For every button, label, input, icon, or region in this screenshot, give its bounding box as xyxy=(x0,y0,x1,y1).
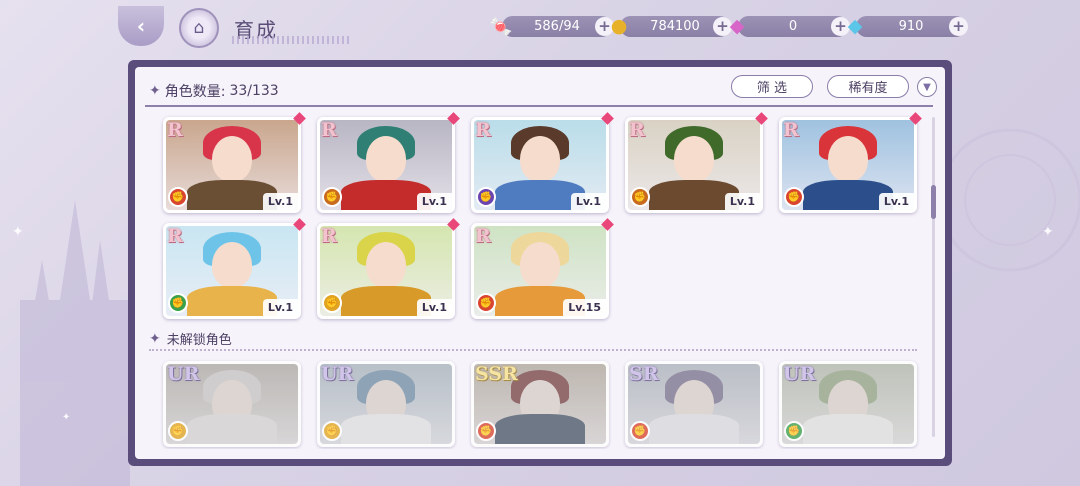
character-list[interactable]: R ✊ Lv.1 R ✊ Lv.1 R ✊ Lv.1 R ✊ Lv.1 R ✊ Lv.1 R ✊ Lv.1 R ✊ Lv… xyxy=(135,109,945,449)
scrollbar-thumb[interactable] xyxy=(931,185,936,219)
candy-icon: 🍬 xyxy=(489,15,513,38)
castle-icon: ⌂ xyxy=(193,18,205,38)
rarity-label: R xyxy=(167,119,183,141)
level-label: Lv.1 xyxy=(878,193,914,210)
character-face xyxy=(212,242,252,288)
back-arrow-icon: ‹ xyxy=(136,14,146,38)
character-card[interactable]: R ✊ Lv.1 xyxy=(779,112,922,213)
locked-character-card[interactable]: SSR ✊ xyxy=(471,361,609,447)
scrollbar-track[interactable] xyxy=(932,117,935,437)
fist-icon: ✊ xyxy=(630,421,650,441)
character-outfit xyxy=(803,414,893,444)
level-label: Lv.1 xyxy=(262,193,298,210)
sparkle-icon: ✦ xyxy=(149,330,161,347)
rarity-label: UR xyxy=(321,363,354,385)
rarity-label: R xyxy=(321,225,337,247)
header-divider xyxy=(145,105,933,107)
fist-icon: ✊ xyxy=(630,187,650,207)
top-bar: ‹ ⌂ 育成 🍬 586/94 + ● 784100 + ◆ 0 + ◆ 910… xyxy=(0,0,1080,56)
character-face xyxy=(212,136,252,182)
pink-diamond-icon: ◆ xyxy=(729,15,745,37)
fist-icon: ✊ xyxy=(476,187,496,207)
character-card[interactable]: R ✊ Lv.1 xyxy=(163,218,306,319)
svg-text:✦: ✦ xyxy=(12,224,24,240)
fist-icon: ✊ xyxy=(168,187,188,207)
filter-button[interactable]: 筛 选 xyxy=(731,75,813,98)
character-outfit xyxy=(341,414,431,444)
locked-section-title: ✦ 未解锁角色 xyxy=(149,329,232,349)
character-panel: ✦ 角色数量: 33/133 筛 选 稀有度 ▼ R ✊ Lv.1 R ✊ Lv.1 R ✊ L… xyxy=(128,60,952,466)
back-button[interactable]: ‹ xyxy=(118,6,164,46)
level-label: Lv.1 xyxy=(724,193,760,210)
character-card[interactable]: R ✊ Lv.1 xyxy=(317,112,460,213)
rarity-label: R xyxy=(629,119,645,141)
rarity-label: R xyxy=(783,119,799,141)
level-label: Lv.15 xyxy=(563,299,606,316)
character-card[interactable]: R ✊ Lv.1 xyxy=(471,112,614,213)
rarity-label: R xyxy=(321,119,337,141)
chevron-down-icon: ▼ xyxy=(923,81,931,93)
fist-icon: ✊ xyxy=(322,421,342,441)
coin-icon: ● xyxy=(610,15,628,37)
candy-resource: 🍬 586/94 + xyxy=(489,16,614,38)
character-card[interactable]: R ✊ Lv.1 xyxy=(163,112,306,213)
fist-icon: ✊ xyxy=(476,293,496,313)
fist-icon: ✊ xyxy=(476,421,496,441)
title-underline xyxy=(232,36,350,44)
rarity-label: R xyxy=(475,119,491,141)
character-face xyxy=(674,136,714,182)
level-label: Lv.1 xyxy=(262,299,298,316)
rarity-label: R xyxy=(475,225,491,247)
character-outfit xyxy=(495,414,585,444)
blue-gem-resource: ◆ 910 + xyxy=(848,15,968,37)
sparkle-icon: ✦ xyxy=(149,83,161,99)
rarity-sort-button[interactable]: 稀有度 xyxy=(827,75,909,98)
gold-resource: ● 784100 + xyxy=(611,15,732,37)
character-card[interactable]: R ✊ Lv.1 xyxy=(625,112,768,213)
character-face xyxy=(520,242,560,288)
character-face xyxy=(828,136,868,182)
rarity-label: R xyxy=(167,225,183,247)
character-count: ✦ 角色数量: 33/133 xyxy=(149,83,279,100)
fist-icon: ✊ xyxy=(322,293,342,313)
fist-icon: ✊ xyxy=(784,421,804,441)
character-outfit xyxy=(187,414,277,444)
locked-character-card[interactable]: SR ✊ xyxy=(625,361,763,447)
locked-character-card[interactable]: UR ✊ xyxy=(779,361,917,447)
locked-character-card[interactable]: UR ✊ xyxy=(163,361,301,447)
add-blue-gem-button[interactable]: + xyxy=(949,17,968,36)
fist-icon: ✊ xyxy=(168,421,188,441)
character-outfit xyxy=(649,414,739,444)
level-label: Lv.1 xyxy=(570,193,606,210)
svg-text:✦: ✦ xyxy=(62,412,70,423)
fist-icon: ✊ xyxy=(784,187,804,207)
home-button[interactable]: ⌂ xyxy=(179,8,219,48)
character-face xyxy=(366,136,406,182)
character-panel-inner: ✦ 角色数量: 33/133 筛 选 稀有度 ▼ R ✊ Lv.1 R ✊ Lv.1 R ✊ L… xyxy=(135,67,945,459)
sort-order-toggle[interactable]: ▼ xyxy=(917,77,937,97)
pink-gem-resource: ◆ 0 + xyxy=(730,15,850,37)
locked-section-label: 未解锁角色 xyxy=(166,333,232,348)
section-divider xyxy=(149,349,917,351)
fist-icon: ✊ xyxy=(168,293,188,313)
rarity-label: UR xyxy=(783,363,816,385)
blue-diamond-icon: ◆ xyxy=(847,15,863,37)
rarity-label: UR xyxy=(167,363,200,385)
svg-text:✦: ✦ xyxy=(1042,224,1054,240)
level-label: Lv.1 xyxy=(416,193,452,210)
fist-icon: ✊ xyxy=(322,187,342,207)
rarity-label: SSR xyxy=(475,363,518,385)
character-card[interactable]: R ✊ Lv.1 xyxy=(317,218,460,319)
character-face xyxy=(520,136,560,182)
character-face xyxy=(366,242,406,288)
rarity-label: SR xyxy=(629,363,659,385)
level-label: Lv.1 xyxy=(416,299,452,316)
locked-character-card[interactable]: UR ✊ xyxy=(317,361,455,447)
character-card[interactable]: R ✊ Lv.15 xyxy=(471,218,614,319)
